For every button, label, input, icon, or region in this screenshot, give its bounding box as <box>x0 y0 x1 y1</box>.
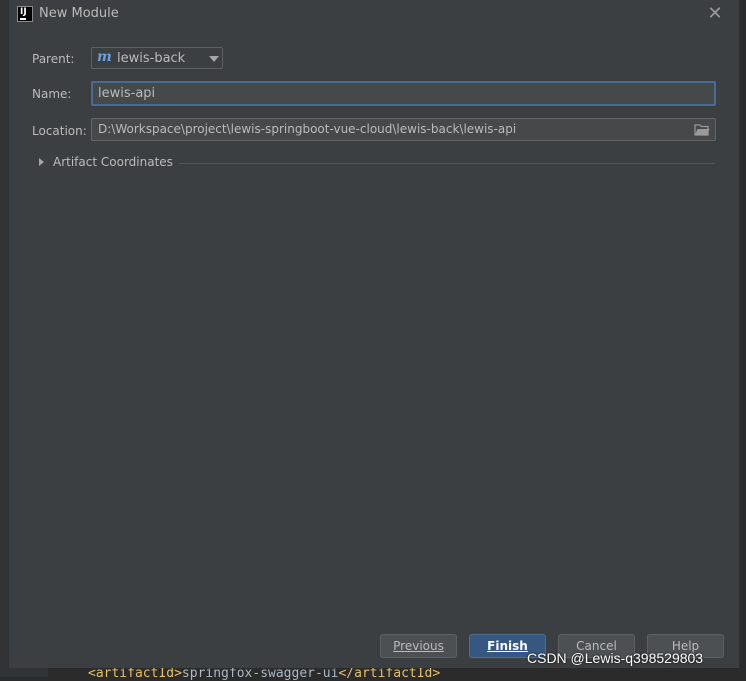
new-module-dialog: IJ New Module ✕ Parent: m lewis-back Nam… <box>8 0 740 668</box>
intellij-icon: IJ <box>17 6 33 22</box>
maven-module-icon: m <box>97 49 112 65</box>
code-text: springfox-swagger-ui <box>181 666 339 681</box>
previous-button-label: Previous <box>393 639 444 653</box>
location-label: Location: <box>32 124 87 138</box>
artifact-coordinates-label: Artifact Coordinates <box>53 155 173 169</box>
parent-select[interactable]: m lewis-back <box>91 47 223 69</box>
dialog-titlebar[interactable]: IJ New Module ✕ <box>9 0 739 30</box>
close-icon[interactable]: ✕ <box>705 4 725 24</box>
parent-label: Parent: <box>32 52 75 66</box>
dialog-title: New Module <box>39 6 119 21</box>
artifact-coordinates-toggle[interactable]: Artifact Coordinates <box>37 155 717 171</box>
finish-button-label: Finish <box>487 639 528 653</box>
name-input[interactable] <box>91 81 716 106</box>
section-divider <box>179 163 715 164</box>
previous-button[interactable]: Previous <box>380 634 457 658</box>
chevron-down-icon <box>209 56 219 62</box>
code-tag-open: <artifactId> <box>88 666 182 681</box>
location-value: D:\Workspace\project\lewis-springboot-vu… <box>98 122 517 136</box>
name-label: Name: <box>32 87 72 101</box>
parent-value: lewis-back <box>117 51 186 66</box>
watermark: CSDN @Lewis-q398529803 <box>527 650 704 666</box>
folder-icon[interactable] <box>694 123 710 136</box>
location-input[interactable]: D:\Workspace\project\lewis-springboot-vu… <box>91 118 716 141</box>
code-tag-close: </artifactId> <box>338 666 441 681</box>
chevron-right-icon <box>39 158 44 166</box>
editor-code-line: <artifactId>springfox-swagger-ui</artifa… <box>88 666 440 681</box>
